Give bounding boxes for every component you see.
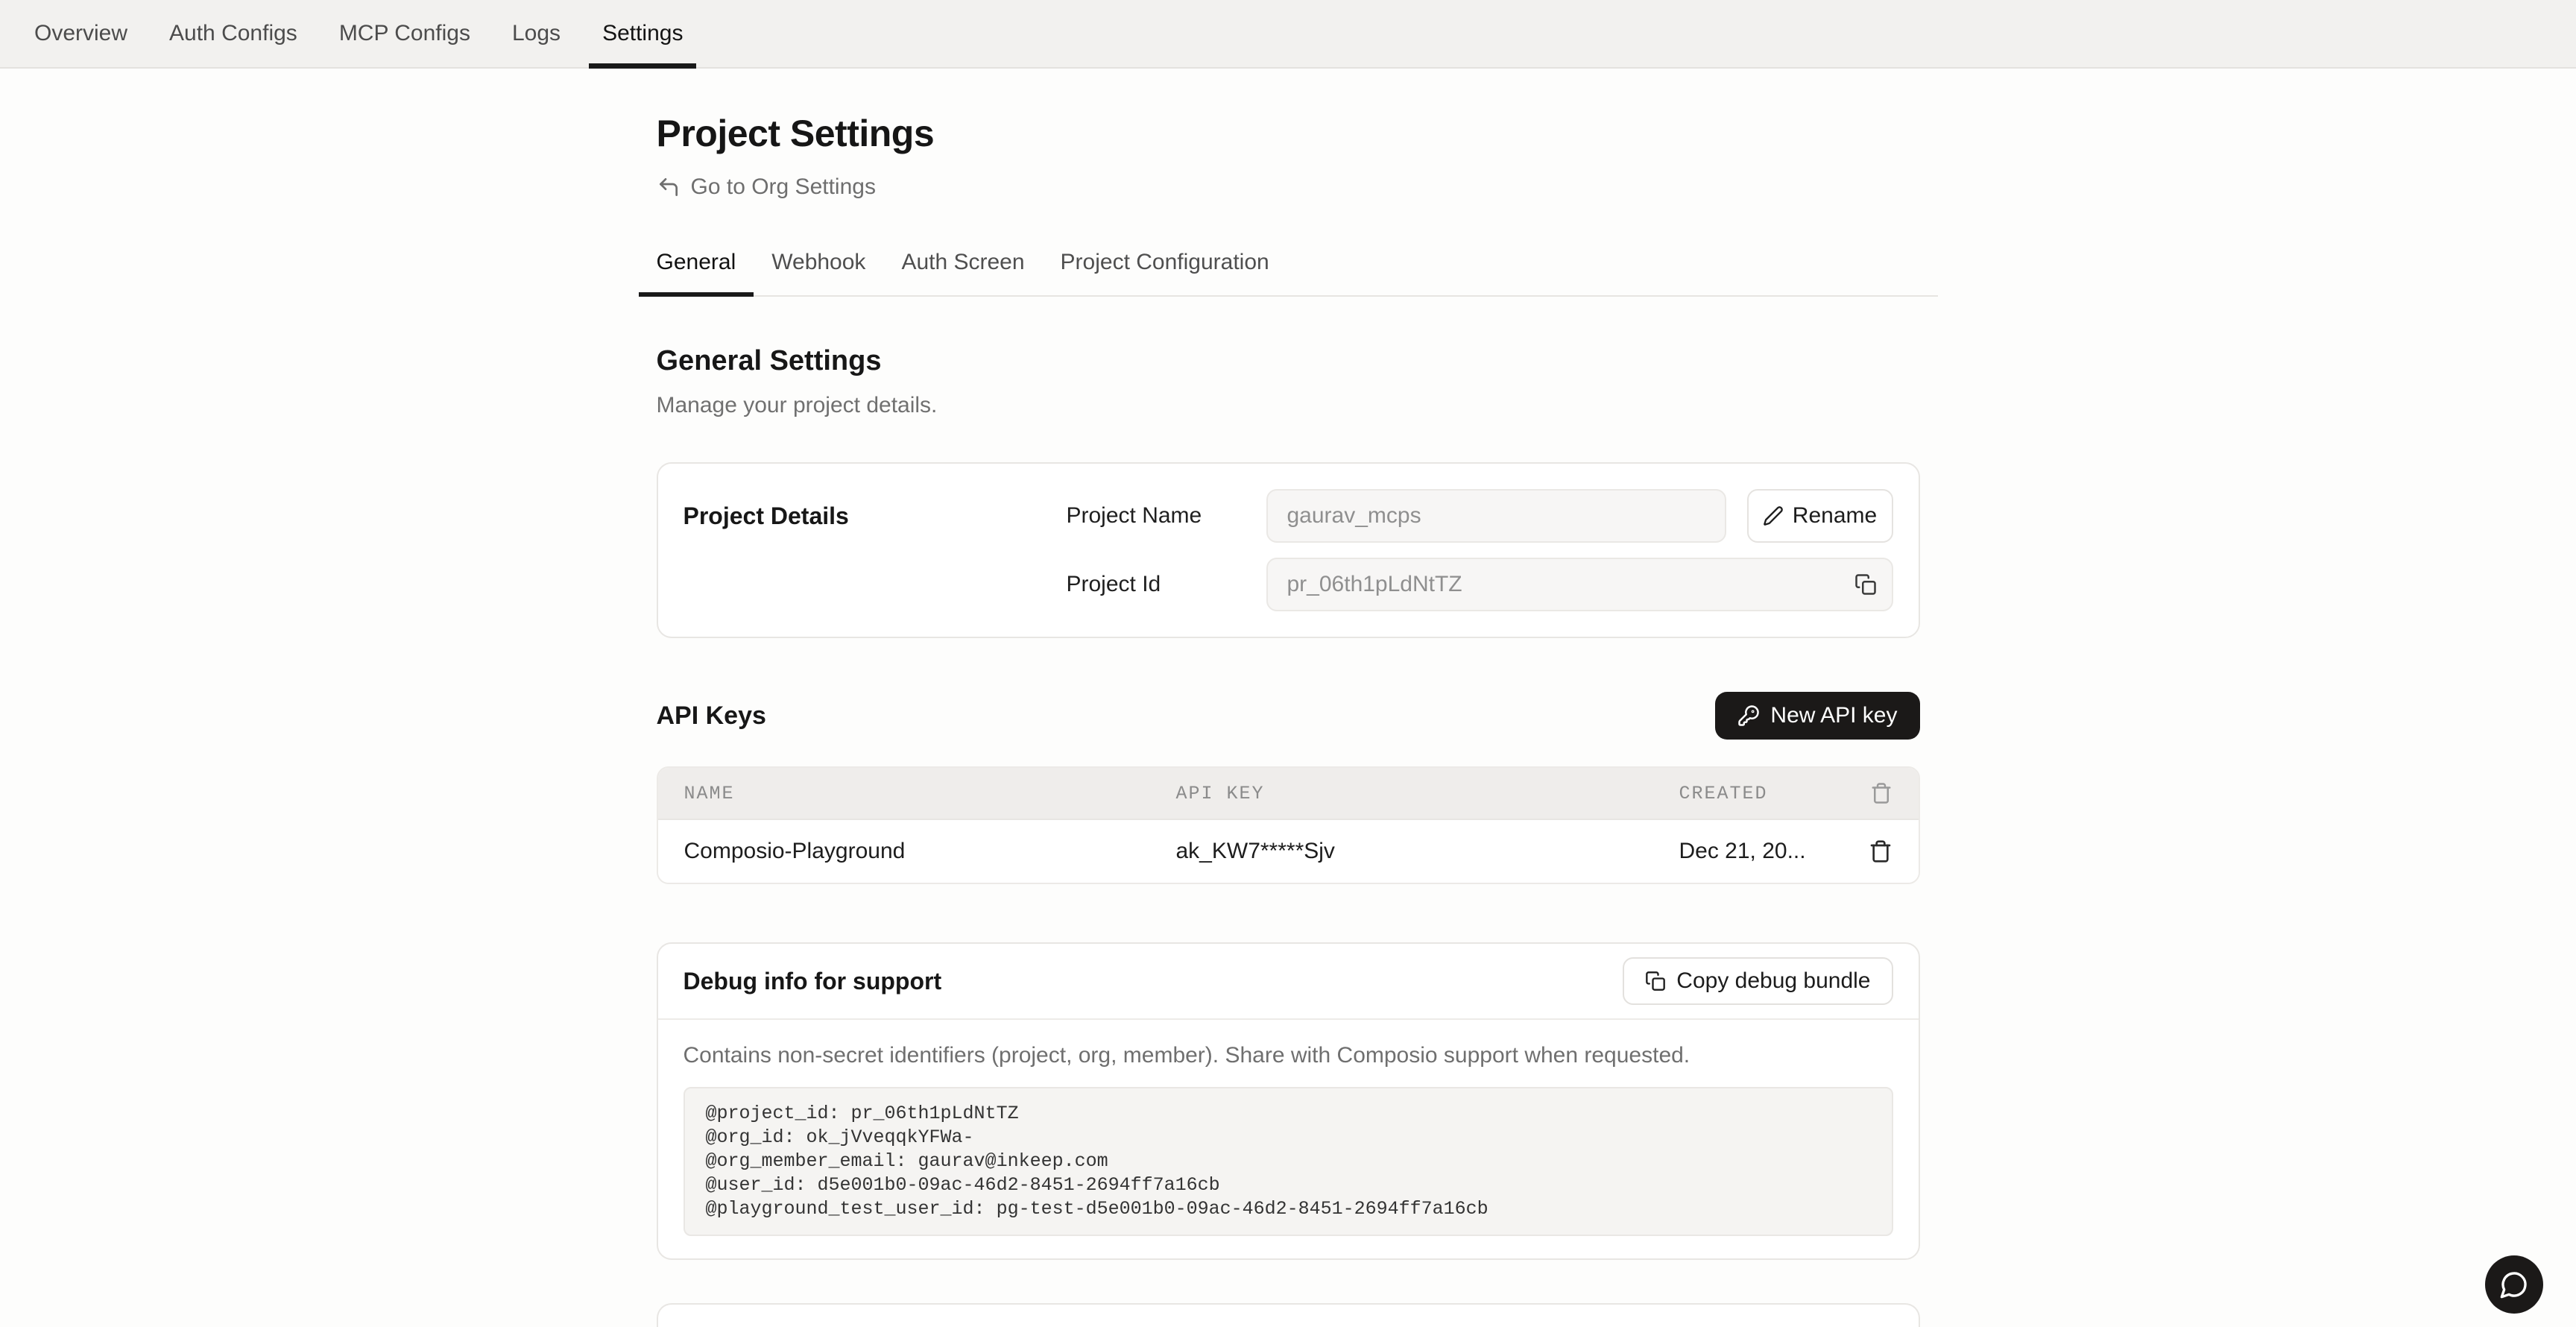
general-settings-heading: General Settings bbox=[657, 344, 1920, 377]
next-section-card-partial bbox=[657, 1303, 1920, 1327]
project-details-title: Project Details bbox=[684, 489, 1067, 611]
api-key-name-cell: Composio-Playground bbox=[684, 839, 1176, 864]
code-line: @org_id: ok_jVveqqkYFWa- bbox=[706, 1126, 1871, 1150]
rename-button[interactable]: Rename bbox=[1747, 489, 1893, 543]
chat-support-button[interactable] bbox=[2485, 1255, 2543, 1314]
key-icon bbox=[1737, 705, 1760, 727]
nav-item-logs[interactable]: Logs bbox=[512, 0, 561, 67]
message-circle-icon bbox=[2499, 1270, 2529, 1299]
copy-debug-bundle-label: Copy debug bundle bbox=[1676, 968, 1870, 994]
column-header-api-key: API KEY bbox=[1176, 783, 1679, 804]
code-line: @playground_test_user_id: pg-test-d5e001… bbox=[706, 1197, 1871, 1221]
code-line: @org_member_email: gaurav@inkeep.com bbox=[706, 1150, 1871, 1173]
column-header-created: CREATED bbox=[1679, 783, 1851, 804]
delete-api-key-button[interactable] bbox=[1869, 839, 1892, 863]
debug-card-header: Debug info for support Copy debug bundle bbox=[658, 944, 1919, 1020]
copy-project-id-button[interactable] bbox=[1854, 573, 1877, 596]
corner-up-left-icon bbox=[657, 175, 681, 199]
api-key-value-cell: ak_KW7*****Sjv bbox=[1176, 839, 1679, 864]
debug-code-block: @project_id: pr_06th1pLdNtTZ@org_id: ok_… bbox=[684, 1087, 1893, 1236]
code-line: @user_id: d5e001b0-09ac-46d2-8451-2694ff… bbox=[706, 1173, 1871, 1197]
column-header-name: NAME bbox=[684, 783, 1176, 804]
pencil-icon bbox=[1763, 505, 1784, 526]
settings-tabs: General Webhook Auth Screen Project Conf… bbox=[639, 249, 1938, 297]
rename-button-label: Rename bbox=[1793, 503, 1877, 529]
project-details-fields: Project Name Rename Project Id bbox=[1067, 489, 1893, 611]
table-row: Composio-Playground ak_KW7*****Sjv Dec 2… bbox=[658, 820, 1919, 883]
tab-general[interactable]: General bbox=[639, 249, 754, 295]
nav-item-overview[interactable]: Overview bbox=[34, 0, 127, 67]
nav-item-auth-configs[interactable]: Auth Configs bbox=[169, 0, 297, 67]
new-api-key-label: New API key bbox=[1770, 703, 1897, 728]
tab-webhook[interactable]: Webhook bbox=[754, 249, 883, 295]
api-keys-title: API Keys bbox=[657, 702, 766, 731]
debug-card-body: Contains non-secret identifiers (project… bbox=[658, 1020, 1919, 1258]
copy-debug-bundle-button[interactable]: Copy debug bundle bbox=[1623, 957, 1892, 1005]
debug-card-title: Debug info for support bbox=[684, 968, 942, 995]
project-details-card: Project Details Project Name Rename Proj… bbox=[657, 462, 1920, 638]
debug-info-card: Debug info for support Copy debug bundle… bbox=[657, 942, 1920, 1260]
project-id-input[interactable] bbox=[1266, 558, 1893, 611]
page-title: Project Settings bbox=[657, 112, 1920, 155]
tab-project-configuration[interactable]: Project Configuration bbox=[1043, 249, 1287, 295]
tab-auth-screen[interactable]: Auth Screen bbox=[883, 249, 1042, 295]
copy-icon bbox=[1854, 573, 1877, 596]
api-keys-table: NAME API KEY CREATED Composio-Playground… bbox=[657, 766, 1920, 884]
new-api-key-button[interactable]: New API key bbox=[1715, 692, 1919, 740]
top-navigation: Overview Auth Configs MCP Configs Logs S… bbox=[0, 0, 2576, 69]
project-id-label: Project Id bbox=[1067, 572, 1266, 597]
content-column: Project Settings Go to Org Settings Gene… bbox=[657, 112, 1920, 1327]
api-keys-table-header: NAME API KEY CREATED bbox=[658, 768, 1919, 820]
debug-description: Contains non-secret identifiers (project… bbox=[684, 1042, 1893, 1069]
trash-icon bbox=[1869, 839, 1892, 863]
general-settings-subtitle: Manage your project details. bbox=[657, 392, 1920, 419]
project-name-input[interactable] bbox=[1266, 489, 1726, 543]
api-key-created-cell: Dec 21, 20... bbox=[1679, 839, 1851, 864]
trash-icon bbox=[1870, 782, 1892, 804]
column-header-actions bbox=[1870, 782, 1892, 804]
project-name-label: Project Name bbox=[1067, 503, 1266, 529]
go-to-org-settings-label: Go to Org Settings bbox=[691, 174, 876, 200]
api-keys-header: API Keys New API key bbox=[657, 692, 1920, 740]
nav-item-settings[interactable]: Settings bbox=[602, 0, 683, 67]
go-to-org-settings-link[interactable]: Go to Org Settings bbox=[657, 174, 876, 200]
project-id-row: Project Id bbox=[1067, 558, 1893, 611]
code-line: @project_id: pr_06th1pLdNtTZ bbox=[706, 1102, 1871, 1126]
project-name-row: Project Name Rename bbox=[1067, 489, 1893, 543]
project-id-field bbox=[1266, 558, 1893, 611]
copy-icon bbox=[1645, 971, 1666, 992]
nav-item-mcp-configs[interactable]: MCP Configs bbox=[339, 0, 470, 67]
